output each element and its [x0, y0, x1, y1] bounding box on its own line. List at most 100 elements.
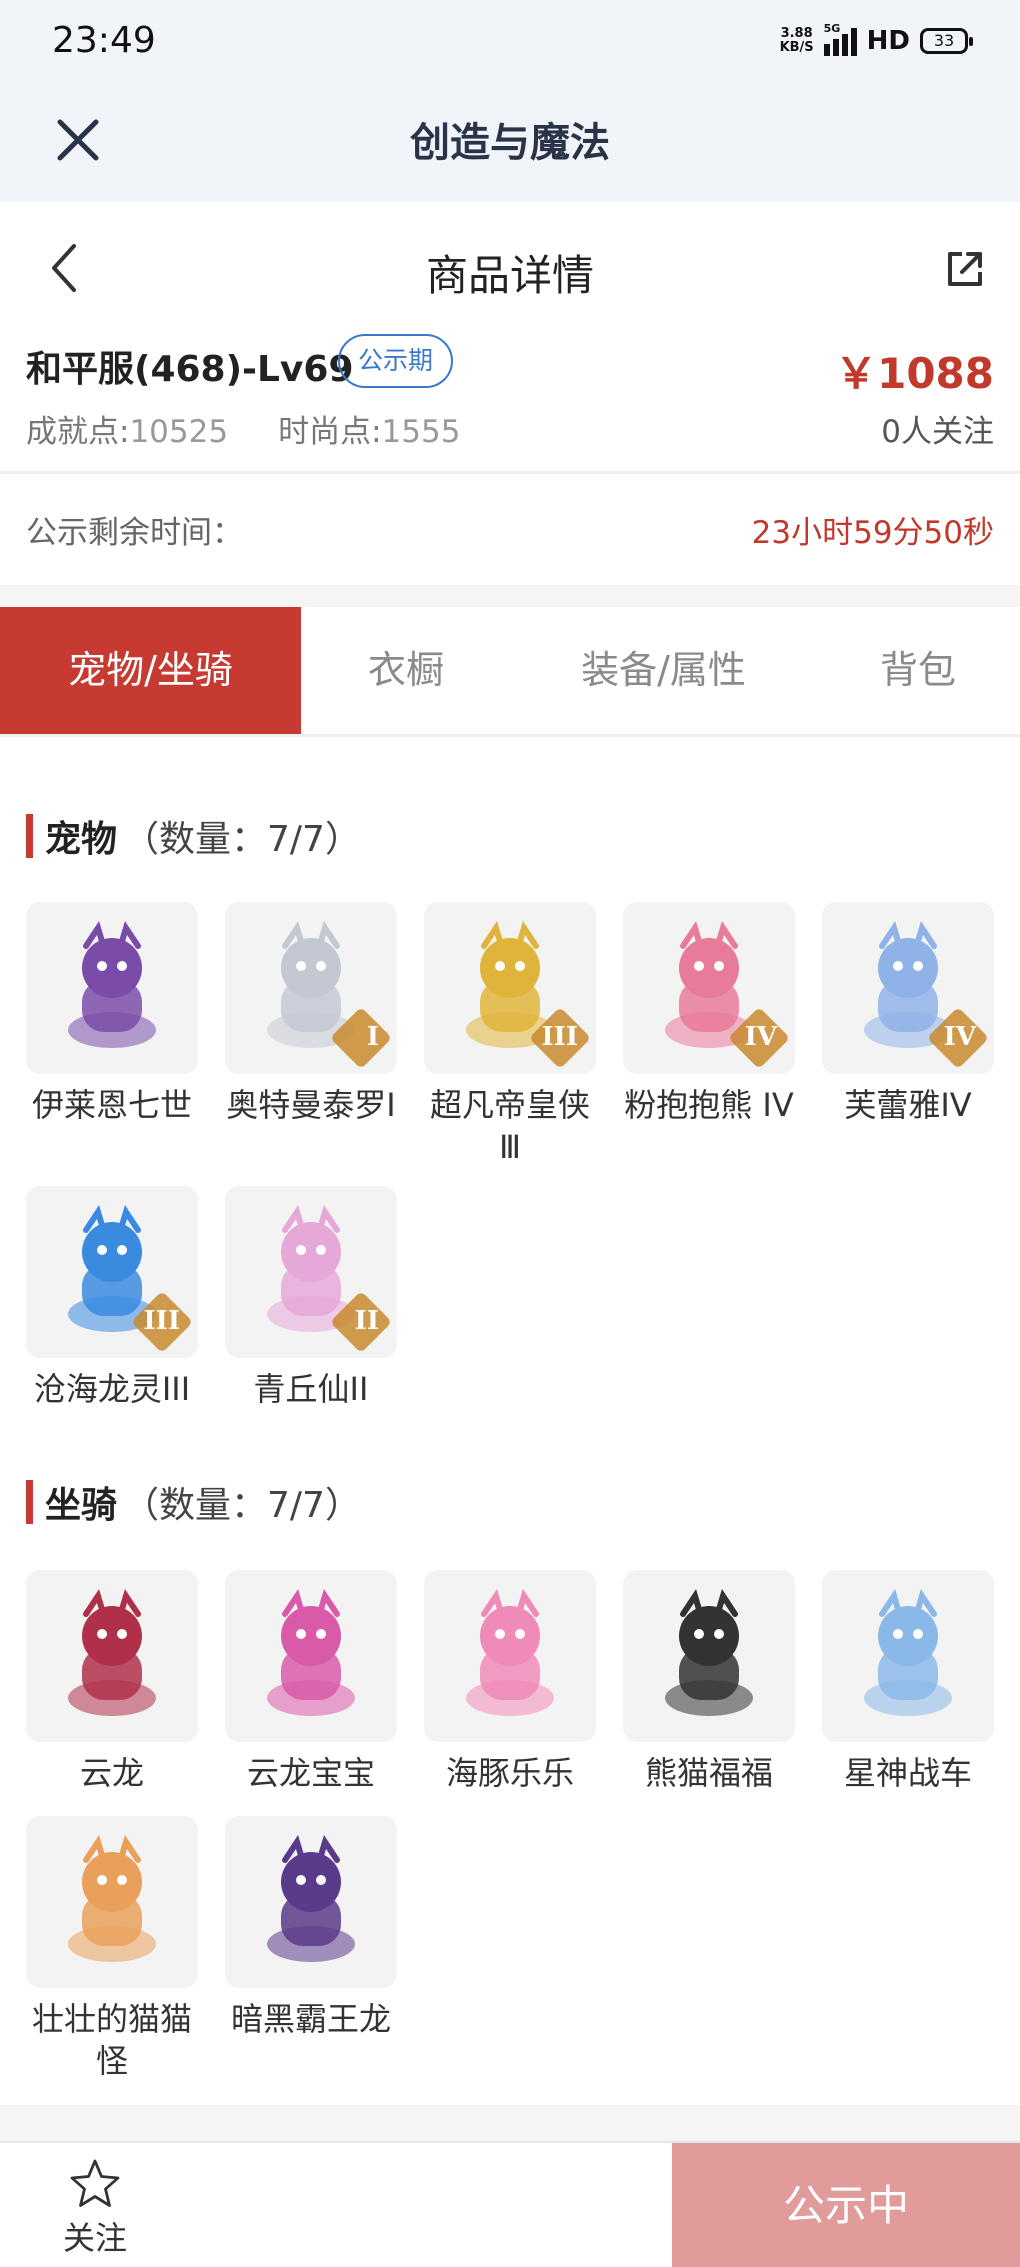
- share-icon: [948, 252, 982, 286]
- fashion-value: 1555: [381, 414, 461, 450]
- grid-item[interactable]: 壮壮的猫猫怪: [26, 1816, 198, 2082]
- rank-label: IV: [943, 1022, 976, 1052]
- network-speed: 3.88 KB/S: [779, 26, 814, 55]
- product-name: 和平服(468)-Lv69: [26, 349, 354, 390]
- item-name: 粉抱抱熊 IV: [624, 1086, 794, 1124]
- dark-trex-mount-thumbnail: [225, 1816, 397, 1988]
- nav-bar: 商品详情: [0, 202, 1020, 334]
- star-icon: [70, 2159, 120, 2207]
- tab-wardrobe[interactable]: 衣橱: [301, 607, 511, 734]
- timer-value: 23小时59分50秒: [751, 515, 994, 551]
- mounts-section-header: 坐骑 （数量：7/7）: [26, 1478, 361, 1526]
- rank-label: III: [143, 1306, 181, 1336]
- item-name: 伊莱恩七世: [31, 1086, 192, 1124]
- status-time: 23:49: [52, 20, 156, 61]
- item-name: 云龙宝宝: [246, 1754, 375, 1792]
- divider: [0, 2105, 1020, 2141]
- section-count: （数量：7/7）: [123, 819, 361, 860]
- cloud-dragon-mount-thumbnail: [26, 1570, 198, 1742]
- baby-dragon-mount-thumbnail: [225, 1570, 397, 1742]
- cat-monster-mount-icon: [68, 1835, 156, 1962]
- section-marker: [26, 814, 33, 858]
- grid-item[interactable]: II 青丘仙II: [225, 1186, 397, 1410]
- app-title: 创造与魔法: [410, 120, 610, 166]
- item-name: 暗黑霸王龙: [230, 2000, 391, 2038]
- section-title: 宠物: [45, 819, 118, 860]
- star-chariot-mount-icon: [864, 1589, 952, 1716]
- item-name: 青丘仙II: [253, 1370, 369, 1408]
- follow-label: 关注: [62, 2219, 127, 2257]
- dragon-spirit-pet-thumbnail: III: [26, 1186, 198, 1358]
- golden-armor-pet-thumbnail: III: [424, 902, 596, 1074]
- dolphin-mount-thumbnail: [424, 1570, 596, 1742]
- bottom-action-bar: 关注 公示中: [0, 2141, 1020, 2267]
- product-summary: 和平服(468)-Lv69 公示期 ￥1088 成就点:10525 时尚点:155…: [0, 334, 1020, 474]
- item-name: 奥特曼泰罗Ⅰ: [226, 1086, 396, 1124]
- baby-dragon-mount-icon: [267, 1589, 355, 1716]
- section-title: 坐骑: [45, 1485, 118, 1526]
- status-bar: 23:49 3.88 KB/S 5G HD 33: [0, 0, 1020, 86]
- cat-monster-mount-thumbnail: [26, 1816, 198, 1988]
- item-name: 海豚乐乐: [445, 1754, 574, 1792]
- app-bar: 创造与魔法: [0, 86, 1020, 202]
- section-count: （数量：7/7）: [123, 1485, 361, 1526]
- tab-pets-mounts[interactable]: 宠物/坐骑: [0, 607, 301, 734]
- tab-equipment[interactable]: 装备/属性: [511, 607, 816, 734]
- rank-label: III: [541, 1022, 579, 1052]
- achievement-value: 10525: [129, 414, 229, 450]
- item-name: 沧海龙灵III: [33, 1370, 191, 1408]
- grid-item[interactable]: 云龙宝宝: [225, 1570, 397, 1816]
- pets-section-header: 宠物 （数量：7/7）: [26, 812, 361, 860]
- timer-label: 公示剩余时间：: [26, 515, 243, 551]
- item-name: 云龙: [79, 1754, 144, 1792]
- item-name: 芙蕾雅IV: [844, 1086, 972, 1124]
- valkyrie-pet-thumbnail: IV: [822, 902, 994, 1074]
- follower-count: 0人关注: [881, 414, 994, 450]
- grid-item[interactable]: 伊莱恩七世: [26, 902, 198, 1186]
- hd-indicator: HD: [866, 26, 910, 56]
- grid-item[interactable]: 熊猫福福: [623, 1570, 795, 1816]
- grid-item[interactable]: 星神战车: [822, 1570, 994, 1816]
- grid-item[interactable]: 暗黑霸王龙: [225, 1816, 397, 2082]
- publicity-timer: 公示剩余时间： 23小时59分50秒: [0, 477, 1020, 585]
- armored-warrior-pet-thumbnail: [26, 902, 198, 1074]
- tab-bar: 宠物/坐骑 衣橱 装备/属性 背包: [0, 607, 1020, 737]
- status-badge: 公示期: [338, 334, 454, 388]
- rank-label: II: [354, 1306, 379, 1336]
- share-button[interactable]: [940, 244, 990, 294]
- follow-button[interactable]: 关注: [40, 2157, 150, 2259]
- publicity-status-button[interactable]: 公示中: [672, 2143, 1020, 2267]
- pets-grid: 伊莱恩七世 I 奥特曼泰罗Ⅰ III 超凡帝皇侠Ⅲ IV 粉抱抱熊 IV IV 芙蕾雅IV III…: [26, 902, 996, 1410]
- product-price: ￥1088: [835, 349, 994, 398]
- item-name: 熊猫福福: [644, 1754, 773, 1792]
- grid-item[interactable]: III 超凡帝皇侠Ⅲ: [424, 902, 596, 1186]
- tab-backpack[interactable]: 背包: [816, 607, 1020, 734]
- pink-bear-pet-thumbnail: IV: [623, 902, 795, 1074]
- panda-mount-thumbnail: [623, 1570, 795, 1742]
- rank-label: IV: [744, 1022, 777, 1052]
- mounts-grid: 云龙 云龙宝宝 海豚乐乐 熊猫福福 星神战车壮壮的猫猫怪 暗黑霸王龙: [26, 1570, 996, 2082]
- fox-fairy-pet-thumbnail: II: [225, 1186, 397, 1358]
- page-title: 商品详情: [425, 251, 594, 300]
- star-chariot-mount-thumbnail: [822, 1570, 994, 1742]
- grid-item[interactable]: IV 粉抱抱熊 IV: [623, 902, 795, 1186]
- rank-label: I: [366, 1022, 379, 1052]
- grid-item[interactable]: 海豚乐乐: [424, 1570, 596, 1816]
- divider: [0, 585, 1020, 607]
- section-marker: [26, 1480, 33, 1524]
- dark-trex-mount-icon: [267, 1835, 355, 1962]
- signal-icon: 5G: [823, 22, 857, 56]
- battery-icon: 33: [920, 28, 973, 54]
- fashion-label: 时尚点:: [278, 414, 382, 450]
- grid-item[interactable]: I 奥特曼泰罗Ⅰ: [225, 902, 397, 1186]
- product-stats: 成就点:10525 时尚点:1555: [26, 406, 460, 451]
- grid-item[interactable]: 云龙: [26, 1570, 198, 1816]
- cloud-dragon-mount-icon: [68, 1589, 156, 1716]
- grid-item[interactable]: III 沧海龙灵III: [26, 1186, 198, 1410]
- dolphin-mount-icon: [466, 1589, 554, 1716]
- item-name: 壮壮的猫猫怪: [31, 2000, 192, 2080]
- status-indicators: 3.88 KB/S 5G HD 33: [779, 22, 973, 56]
- grid-item[interactable]: IV 芙蕾雅IV: [822, 902, 994, 1186]
- armored-warrior-pet-icon: [68, 921, 156, 1048]
- achievement-label: 成就点:: [26, 414, 130, 450]
